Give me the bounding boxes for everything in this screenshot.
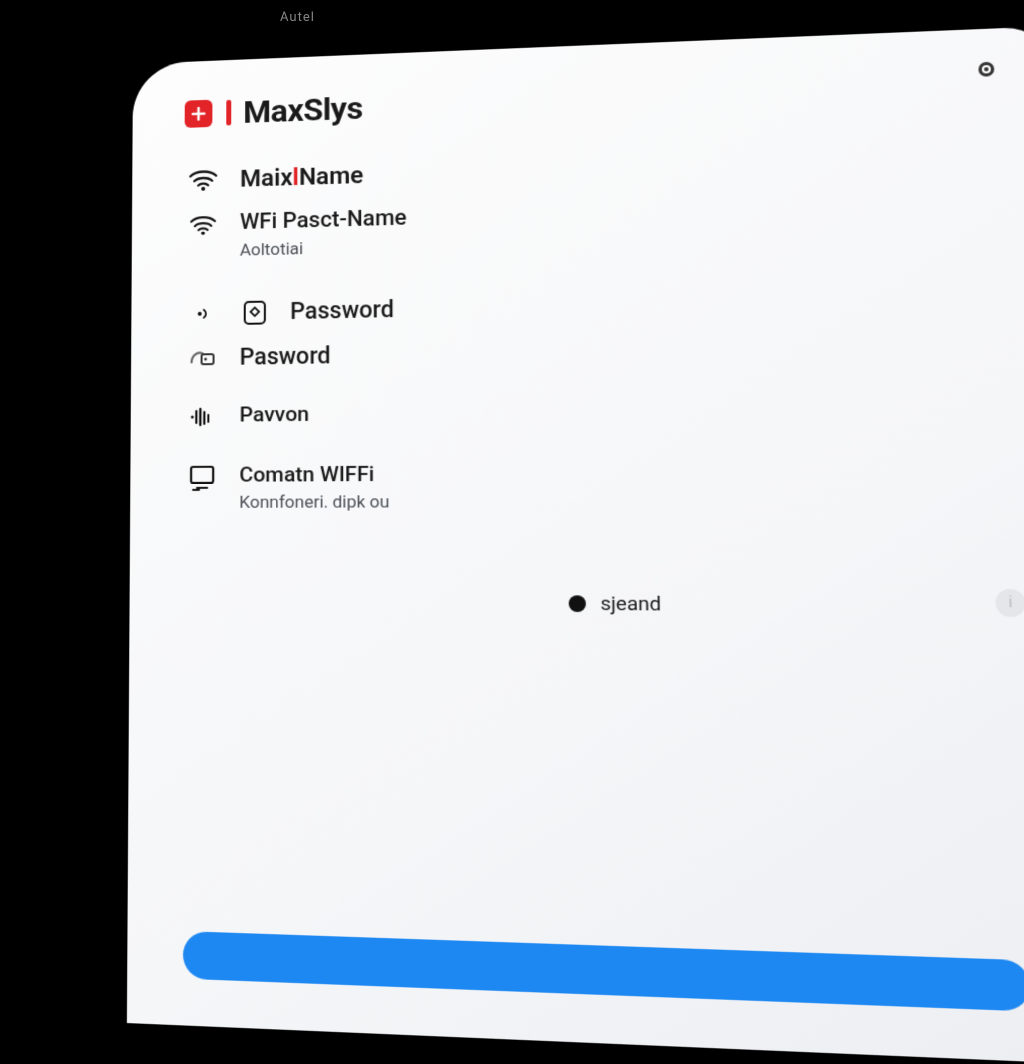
- primary-action-button[interactable]: [183, 931, 1024, 1011]
- wifi-icon: [186, 165, 220, 195]
- connect-label: Comatn WIFFi: [239, 461, 389, 489]
- app-header: MaxSlys: [185, 64, 1007, 132]
- menu-item-connect-wifi[interactable]: Comatn WIFFi Konnfoneri. dipk ou: [185, 451, 1018, 519]
- wifi-password-label: WFi Pasct-Name: [240, 205, 407, 238]
- signal-dot-icon: [186, 298, 220, 328]
- wifi-icon: [186, 210, 220, 240]
- radio-label: sjeand: [600, 591, 661, 615]
- settings-panel: MaxSlys MaixlName: [127, 26, 1024, 1064]
- radio-dot-icon: [568, 595, 585, 612]
- app-logo-icon: [185, 100, 213, 128]
- app-accent-bar-icon: [226, 100, 231, 126]
- menu-list: MaixlName WFi Pasct-Name Aoltotiai: [185, 133, 1018, 519]
- pavon-label: Pavvon: [239, 402, 309, 430]
- broadcast-icon: [185, 403, 219, 433]
- wifi-password-sub: Aoltotiai: [240, 236, 407, 260]
- status-bar: Autel: [280, 10, 315, 25]
- monitor-icon: [185, 463, 219, 493]
- app-title: MaxSlys: [243, 89, 363, 131]
- network-name-label: MaixlName: [240, 160, 363, 195]
- key-shield-icon: [240, 297, 270, 327]
- radio-option[interactable]: sjeand: [235, 590, 1020, 619]
- password1-label: Password: [290, 295, 394, 327]
- status-text: Autel: [280, 10, 315, 25]
- connect-sub: Konnfoneri. dipk ou: [239, 492, 389, 513]
- password2-label: Pasword: [240, 341, 331, 372]
- menu-item-pavon[interactable]: Pavvon: [185, 387, 1015, 439]
- headset-icon: [186, 343, 220, 373]
- info-icon[interactable]: i: [995, 589, 1024, 617]
